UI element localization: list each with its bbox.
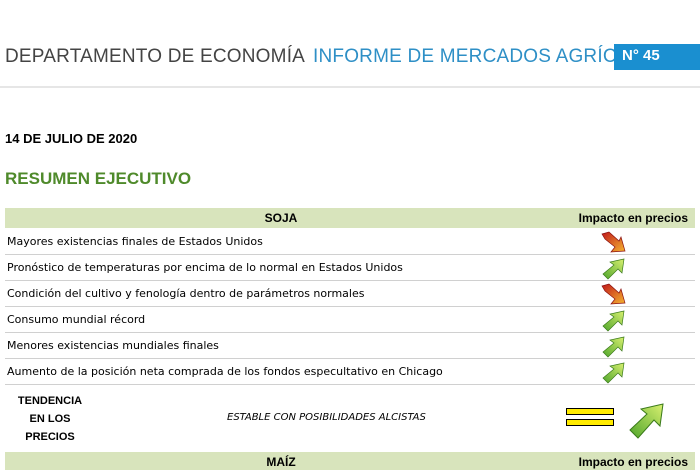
soja-title: SOJA: [264, 211, 298, 225]
factor-text: Mayores existencias finales de Estados U…: [7, 235, 263, 248]
maiz-section-header: MAÍZ Impacto en precios: [5, 452, 695, 470]
factor-text: Aumento de la posición neta comprada de …: [7, 365, 443, 378]
factor-row: Condición del cultivo y fenología dentro…: [5, 281, 695, 307]
factor-row: Menores existencias mundiales finales: [5, 333, 695, 359]
factor-text: Menores existencias mundiales finales: [7, 339, 219, 352]
maiz-title: MAÍZ: [266, 455, 296, 469]
department-title: DEPARTAMENTO DE ECONOMÍA: [5, 46, 306, 67]
trend-value: ESTABLE CON POSIBILIDADES ALCISTAS: [227, 412, 426, 423]
summary-title: RESUMEN EJECUTIVO: [5, 169, 192, 188]
down-arrow-icon: [601, 231, 626, 253]
up-arrow-icon: [602, 258, 625, 280]
up-arrow-icon: [629, 403, 664, 439]
factor-text: Pronóstico de temperaturas por encima de…: [7, 261, 403, 274]
equal-icon: [566, 408, 614, 428]
impact-header: Impacto en precios: [578, 455, 688, 469]
price-trend-row: TENDENCIA EN LOS PRECIOS ESTABLE CON POS…: [5, 388, 695, 448]
factor-row: Pronóstico de temperaturas por encima de…: [5, 255, 695, 281]
report-number-badge: N° 45: [614, 44, 700, 70]
up-arrow-icon: [602, 310, 625, 332]
factor-row: Aumento de la posición neta comprada de …: [5, 359, 695, 385]
factor-row: Mayores existencias finales de Estados U…: [5, 229, 695, 255]
factor-text: Condición del cultivo y fenología dentro…: [7, 287, 365, 300]
up-arrow-icon: [602, 336, 625, 358]
soja-section-header: SOJA Impacto en precios: [5, 208, 695, 228]
up-arrow-icon: [602, 362, 625, 384]
impact-header: Impacto en precios: [578, 211, 688, 225]
report-date: 14 DE JULIO DE 2020: [5, 131, 138, 146]
factor-row: Consumo mundial récord: [5, 307, 695, 333]
page-header: DEPARTAMENTO DE ECONOMÍA INFORME DE MERC…: [0, 0, 700, 88]
down-arrow-icon: [601, 283, 626, 305]
factor-text: Consumo mundial récord: [7, 313, 146, 326]
trend-label: TENDENCIA EN LOS PRECIOS: [17, 395, 83, 443]
